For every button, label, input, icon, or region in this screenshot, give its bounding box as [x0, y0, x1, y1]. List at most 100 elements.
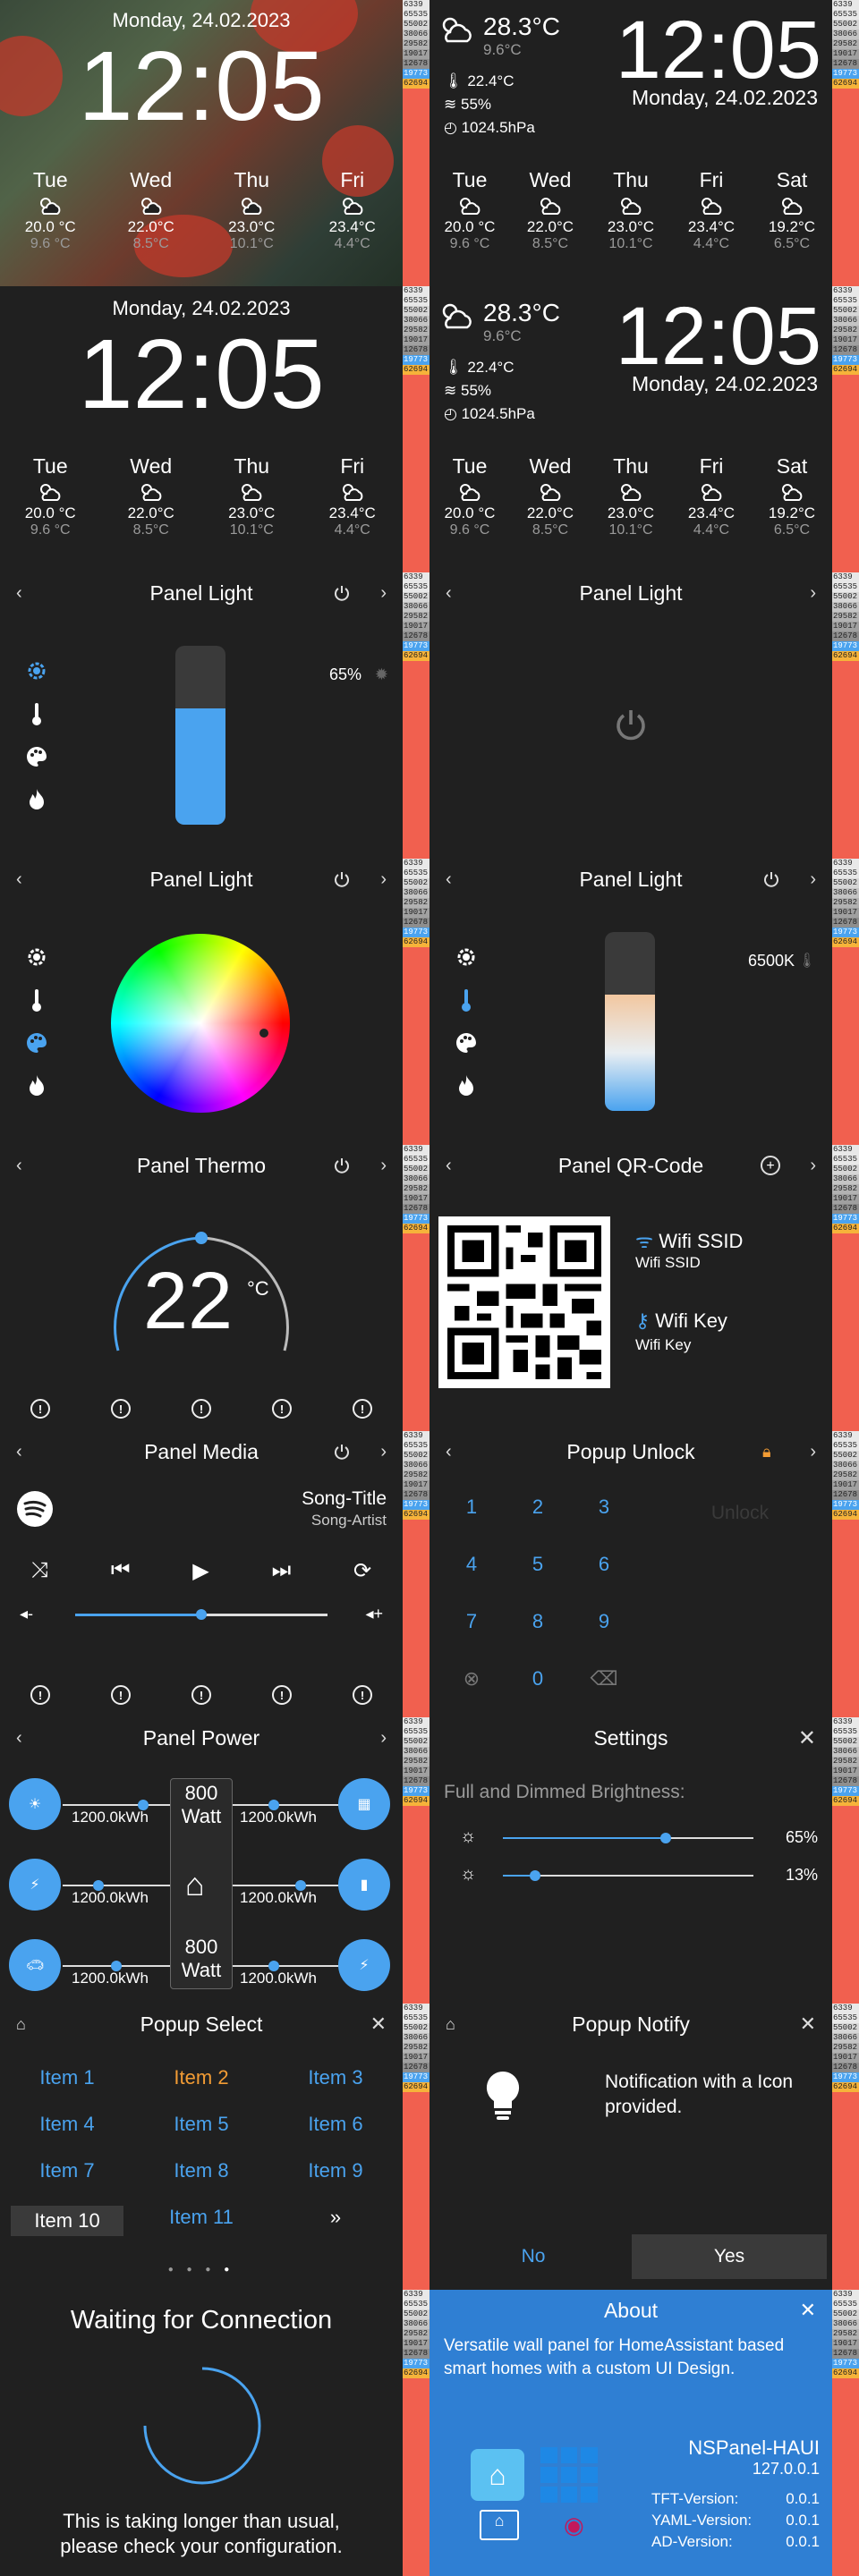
select-item[interactable]: Item 2	[134, 2066, 268, 2089]
keypad-key[interactable]: 4	[438, 1553, 505, 1576]
info-icon[interactable]: !	[353, 1685, 372, 1705]
zoom-icon[interactable]: +	[761, 1156, 780, 1175]
shuffle-icon[interactable]: ⤨	[31, 1558, 48, 1584]
unlock-button[interactable]: Unlock	[682, 1503, 798, 1524]
flame-icon[interactable]	[451, 1064, 481, 1107]
keypad-key[interactable]: 2	[505, 1496, 571, 1519]
close-icon[interactable]: ✕	[800, 2299, 816, 2322]
dimmed-brightness-handle[interactable]	[530, 1870, 541, 1881]
power-icon[interactable]	[333, 1157, 351, 1174]
solar-panel-icon[interactable]: ⚡	[9, 1859, 61, 1911]
info-icon[interactable]: !	[30, 1685, 50, 1705]
brightness-icon[interactable]	[451, 936, 481, 979]
select-item[interactable]: Item 4	[0, 2113, 134, 2136]
no-button[interactable]: No	[435, 2234, 632, 2279]
temperature-icon[interactable]	[451, 979, 481, 1021]
info-icon[interactable]: !	[111, 1685, 131, 1705]
info-icon[interactable]: !	[272, 1399, 292, 1419]
temperature-slider[interactable]	[605, 932, 655, 1111]
info-icon[interactable]: !	[191, 1685, 211, 1705]
partly-cloudy-icon	[540, 484, 561, 501]
keypad-key[interactable]: 5	[505, 1553, 571, 1576]
select-item[interactable]: Item 3	[268, 2066, 403, 2089]
dim-icon: ☼	[460, 1864, 477, 1884]
battery-charging-icon[interactable]: ⚡	[338, 1939, 390, 1991]
flame-icon[interactable]	[21, 778, 52, 821]
full-brightness-handle[interactable]	[660, 1833, 671, 1843]
strip-value: 38066	[403, 316, 430, 326]
strip-value: 29582	[403, 39, 430, 49]
solar-icon[interactable]: ☀	[9, 1778, 61, 1830]
palette-icon[interactable]	[451, 1021, 481, 1064]
color-wheel[interactable]	[111, 934, 290, 1113]
volume-handle[interactable]	[196, 1609, 207, 1620]
select-item[interactable]: Item 10	[11, 2206, 123, 2236]
next-arrow[interactable]: ›	[810, 1156, 816, 1176]
car-icon[interactable]: 🚗︎	[9, 1939, 61, 1991]
next-arrow[interactable]: ›	[380, 1156, 387, 1176]
next-arrow[interactable]: ›	[810, 583, 816, 604]
next-arrow[interactable]: ›	[810, 1442, 816, 1462]
strip-value: 6339	[832, 286, 859, 296]
keypad-key[interactable]: 7	[438, 1610, 505, 1633]
forecast-day-name: Wed	[130, 168, 173, 191]
clear-icon[interactable]: ⊗	[438, 1667, 505, 1690]
next-page-button[interactable]: »	[268, 2206, 403, 2236]
volume-up-icon[interactable]: ◂+	[365, 1605, 383, 1623]
info-icon[interactable]: !	[353, 1399, 372, 1419]
power-icon[interactable]	[333, 584, 351, 602]
yes-button[interactable]: Yes	[632, 2234, 827, 2279]
palette-icon[interactable]	[21, 1021, 52, 1064]
volume-down-icon[interactable]: ◂-	[20, 1605, 33, 1623]
strip-value: 12678	[403, 1204, 430, 1214]
wind-icon: ≋	[444, 96, 457, 113]
brightness-icon[interactable]	[21, 936, 52, 979]
color-picker-dot[interactable]	[259, 1029, 268, 1038]
info-icon[interactable]: !	[30, 1399, 50, 1419]
keypad-key[interactable]: 6	[571, 1553, 637, 1576]
strip-value: 6339	[403, 859, 430, 869]
backspace-icon[interactable]: ⌫	[571, 1667, 637, 1690]
battery-icon[interactable]: ▮	[338, 1859, 390, 1911]
next-arrow[interactable]: ›	[380, 1728, 387, 1749]
power-icon[interactable]	[613, 707, 649, 742]
keypad-key[interactable]: 8	[505, 1610, 571, 1633]
select-item[interactable]: Item 7	[0, 2159, 134, 2182]
power-icon[interactable]	[333, 870, 351, 888]
keypad-key[interactable]: 3	[571, 1496, 637, 1519]
temperature-icon[interactable]	[21, 979, 52, 1021]
flame-icon[interactable]	[21, 1064, 52, 1107]
previous-icon[interactable]: ⏮	[111, 1558, 131, 1584]
palette-icon[interactable]	[21, 735, 52, 778]
close-icon[interactable]: ✕	[798, 1725, 816, 1751]
select-item[interactable]: Item 9	[268, 2159, 403, 2182]
next-arrow[interactable]: ›	[380, 583, 387, 604]
select-item[interactable]: Item 11	[134, 2206, 268, 2236]
power-icon[interactable]	[333, 1443, 351, 1461]
play-icon[interactable]: ▶	[192, 1558, 208, 1584]
info-icon[interactable]: !	[191, 1399, 211, 1419]
info-icon[interactable]: !	[111, 1399, 131, 1419]
next-arrow[interactable]: ›	[380, 1442, 387, 1462]
select-item[interactable]: Item 6	[268, 2113, 403, 2136]
power-icon[interactable]	[762, 870, 780, 888]
close-icon[interactable]: ✕	[370, 2012, 387, 2036]
debug-strip: 6339 65535 55002 38066 29582 19017 12678 19773 6…	[403, 0, 430, 286]
brightness-slider[interactable]	[175, 646, 225, 825]
strip-value: 19773	[403, 2072, 430, 2082]
temperature-icon[interactable]	[21, 692, 52, 735]
keypad-key[interactable]: 9	[571, 1610, 637, 1633]
select-item[interactable]: Item 8	[134, 2159, 268, 2182]
select-item[interactable]: Item 5	[134, 2113, 268, 2136]
info-icon[interactable]: !	[272, 1685, 292, 1705]
brightness-icon[interactable]	[21, 649, 52, 692]
keypad-key[interactable]: 0	[505, 1667, 571, 1690]
close-icon[interactable]: ✕	[800, 2012, 816, 2036]
select-item[interactable]: Item 1	[0, 2066, 134, 2089]
next-arrow[interactable]: ›	[810, 869, 816, 890]
keypad-key[interactable]: 1	[438, 1496, 505, 1519]
repeat-icon[interactable]: ⟳	[353, 1558, 371, 1584]
next-icon[interactable]: ⏭	[272, 1558, 292, 1584]
next-arrow[interactable]: ›	[380, 869, 387, 890]
solar-panel-icon[interactable]: ▦	[338, 1778, 390, 1830]
